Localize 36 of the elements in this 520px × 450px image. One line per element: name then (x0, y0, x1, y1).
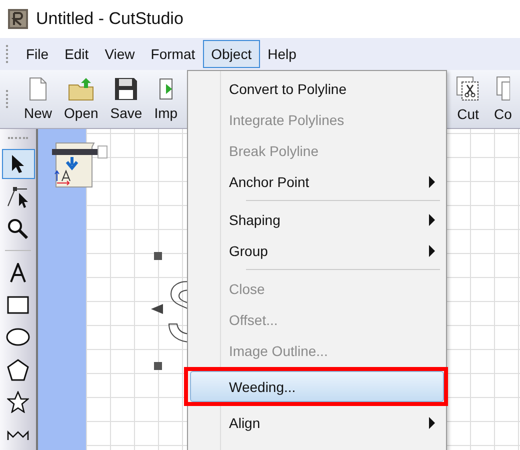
arrow-pointer-icon (11, 154, 25, 174)
menu-option[interactable]: Group (190, 235, 444, 266)
menu-option[interactable]: Weeding... (190, 371, 444, 402)
scissors-icon (456, 76, 480, 102)
toolbar-button[interactable]: Open (58, 77, 104, 121)
menu-item[interactable]: View (96, 40, 143, 68)
window-title: Untitled - CutStudio (36, 9, 184, 29)
import-icon (158, 77, 173, 101)
rectangle-icon (7, 296, 29, 314)
toolbar-button[interactable]: New (18, 77, 58, 121)
toolbar-button[interactable]: Save (104, 77, 148, 121)
menu-item[interactable]: Format (142, 40, 204, 68)
ellipse-icon (6, 328, 30, 346)
toolbar-button[interactable]: Co (486, 76, 520, 122)
menu-option[interactable]: Align (190, 407, 444, 438)
magnifier-icon (7, 218, 29, 240)
tool-button[interactable] (2, 149, 34, 180)
letter-tool-icon (9, 262, 27, 283)
app-logo-icon (8, 9, 28, 29)
wave-shape-icon (7, 430, 29, 440)
menu-item[interactable]: Help (260, 40, 304, 68)
copy-icon (496, 76, 510, 102)
folder-icon (68, 77, 94, 101)
cut-settings-icon[interactable] (52, 141, 108, 189)
menu-option[interactable]: Convert to Polyline (190, 73, 444, 104)
toolbar-button[interactable]: Cut (450, 76, 486, 122)
menu-option[interactable]: Anchor Point (190, 166, 444, 197)
pentagon-icon (7, 358, 29, 381)
menu-item[interactable]: Object (203, 40, 260, 68)
star-icon (7, 391, 29, 414)
menu-item[interactable]: File (18, 40, 57, 68)
node-pointer-icon (7, 186, 29, 208)
menu-item[interactable]: Edit (56, 40, 97, 68)
toolbar-button[interactable]: Imp (148, 77, 184, 121)
menu-option[interactable]: Shaping (190, 204, 444, 235)
page-icon (28, 77, 48, 101)
